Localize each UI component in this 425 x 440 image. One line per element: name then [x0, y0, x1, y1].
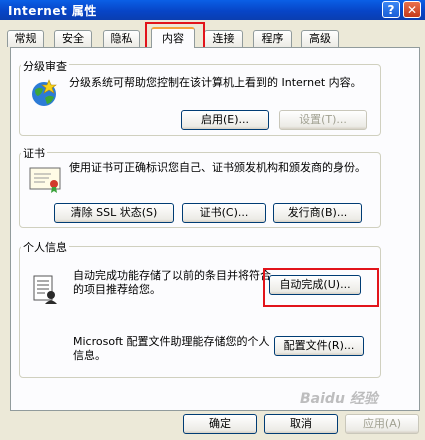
rating-group-label: 分级审查: [21, 58, 69, 74]
tab-advanced[interactable]: 高级: [301, 30, 339, 47]
autocomplete-button[interactable]: 自动完成(U)...: [269, 275, 361, 295]
title-bar: Internet 属性 ? ✕: [0, 0, 425, 20]
cancel-button[interactable]: 取消: [264, 414, 338, 434]
personal-group-label: 个人信息: [21, 239, 69, 255]
certificates-group-label: 证书: [21, 145, 47, 161]
rating-description: 分级系统可帮助您控制在该计算机上看到的 Internet 内容。: [69, 76, 362, 89]
certificate-icon: [29, 167, 61, 193]
ok-button[interactable]: 确定: [183, 414, 257, 434]
publishers-button[interactable]: 发行商(B)...: [273, 203, 362, 223]
certificates-description: 使用证书可正确标识您自己、证书颁发机构和颁发商的身份。: [69, 161, 366, 174]
tab-general[interactable]: 常规: [7, 30, 44, 47]
profile-description: Microsoft 配置文件助理能存储您的个人信息。: [73, 335, 270, 362]
clear-ssl-button[interactable]: 清除 SSL 状态(S): [54, 203, 174, 223]
tab-security[interactable]: 安全: [54, 30, 92, 47]
certificates-button[interactable]: 证书(C)...: [182, 203, 266, 223]
content-panel: 分级审查 分级系统可帮助您控制在该计算机上看到的 Internet 内容。 启用…: [10, 47, 420, 411]
content-advisor-globe-icon: [32, 79, 57, 106]
apply-button[interactable]: 应用(A): [345, 414, 419, 434]
tab-connections[interactable]: 连接: [204, 30, 243, 47]
enable-rating-button[interactable]: 启用(E)...: [181, 110, 269, 130]
profile-button[interactable]: 配置文件(R)...: [274, 336, 364, 356]
help-button[interactable]: ?: [382, 1, 400, 18]
tab-privacy[interactable]: 隐私: [103, 30, 140, 47]
window-title: Internet 属性: [8, 4, 97, 18]
tab-programs[interactable]: 程序: [253, 30, 292, 47]
close-button[interactable]: ✕: [403, 1, 421, 18]
rating-settings-button[interactable]: 设置(T)...: [279, 110, 367, 130]
autocomplete-form-icon: [33, 275, 57, 304]
tab-strip: 常规 安全 隐私 内容 连接 程序 高级: [0, 27, 425, 48]
autocomplete-description: 自动完成功能存储了以前的条目并将符合的项目推荐给您。: [73, 269, 271, 296]
baidu-watermark: Baidu 经验: [300, 391, 378, 407]
tab-content[interactable]: 内容: [151, 27, 195, 48]
